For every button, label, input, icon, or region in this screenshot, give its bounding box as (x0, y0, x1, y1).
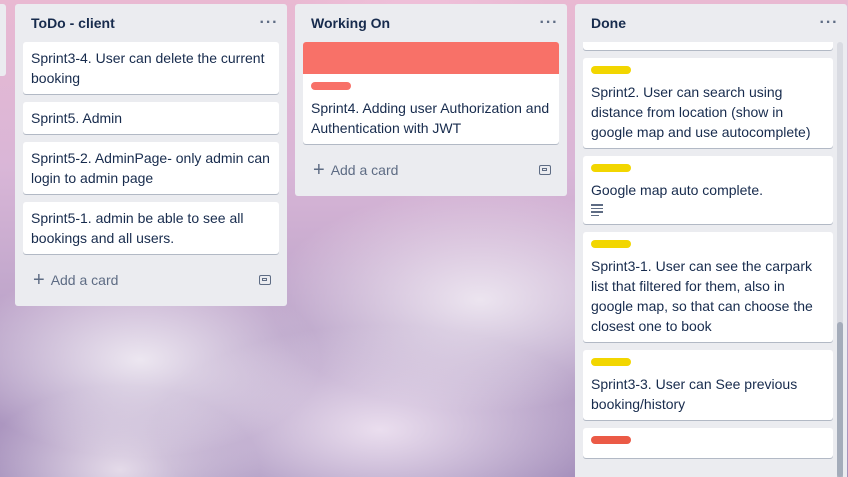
card[interactable]: Google map auto complete. (583, 156, 833, 224)
card-label-yellow[interactable] (591, 240, 631, 248)
card-label-red[interactable] (591, 436, 631, 444)
list-title[interactable]: Working On (311, 15, 390, 31)
plus-icon: + (33, 269, 45, 291)
add-card-label: Add a card (330, 162, 399, 178)
list-header: Working On ··· (295, 4, 567, 42)
card[interactable]: Sprint3-1. User can see the carpark list… (583, 232, 833, 342)
card-title: Sprint2. User can search using distance … (591, 84, 811, 140)
card[interactable]: Sprint5-1. admin be able to see all book… (23, 202, 279, 254)
card-title: Sprint3-1. User can see the carpark list… (591, 258, 813, 334)
card-label-yellow[interactable] (591, 164, 631, 172)
card-template-icon[interactable] (539, 165, 551, 175)
card-cover (303, 42, 559, 74)
list-todo-client: ToDo - client ··· Sprint3-4. User can de… (15, 4, 287, 306)
card-title: Sprint5. Admin (31, 110, 123, 126)
card-label-red[interactable] (311, 82, 351, 90)
card[interactable]: Sprint2. User can search using distance … (583, 58, 833, 148)
card-label-yellow[interactable] (591, 66, 631, 74)
card-title: Sprint3-4. User can delete the current b… (31, 50, 265, 86)
card[interactable]: Sprint5. Admin (23, 102, 279, 134)
plus-icon: + (313, 159, 325, 181)
card[interactable] (583, 428, 833, 458)
description-icon (591, 204, 603, 216)
add-card-button[interactable]: + Add a card (295, 152, 567, 188)
add-card-label: Add a card (50, 272, 119, 288)
add-card-button[interactable]: + Add a card (15, 262, 287, 298)
card[interactable]: Sprint3-3. User can See previous booking… (583, 350, 833, 420)
list-title[interactable]: ToDo - client (31, 15, 115, 31)
scrollbar-thumb[interactable] (837, 322, 843, 477)
card-title: Sprint5-1. admin be able to see all book… (31, 210, 244, 246)
list-done: Done ··· Sprint2. User can search using … (575, 4, 847, 477)
list-header: Done ··· (575, 4, 847, 42)
card-title: Sprint3-3. User can See previous booking… (591, 376, 798, 412)
list-menu-icon[interactable]: ··· (819, 15, 839, 31)
card-label-yellow[interactable] (591, 358, 631, 366)
card[interactable]: Sprint3-4. User can delete the current b… (23, 42, 279, 94)
previous-list-edge (0, 4, 6, 76)
card-template-icon[interactable] (259, 275, 271, 285)
list-menu-icon[interactable]: ··· (259, 15, 279, 31)
list-title[interactable]: Done (591, 15, 626, 31)
card-title: Sprint4. Adding user Authorization and A… (311, 100, 550, 136)
card-title: Sprint5-2. AdminPage- only admin can log… (31, 150, 270, 186)
list-header: ToDo - client ··· (15, 4, 287, 42)
list-working-on: Working On ··· Sprint4. Adding user Auth… (295, 4, 567, 196)
card-title: Google map auto complete. (591, 182, 763, 198)
card[interactable]: Sprint5-2. AdminPage- only admin can log… (23, 142, 279, 194)
card[interactable] (583, 42, 833, 50)
list-menu-icon[interactable]: ··· (539, 15, 559, 31)
list-scrollbar[interactable] (837, 42, 843, 477)
card[interactable]: Sprint4. Adding user Authorization and A… (303, 42, 559, 144)
